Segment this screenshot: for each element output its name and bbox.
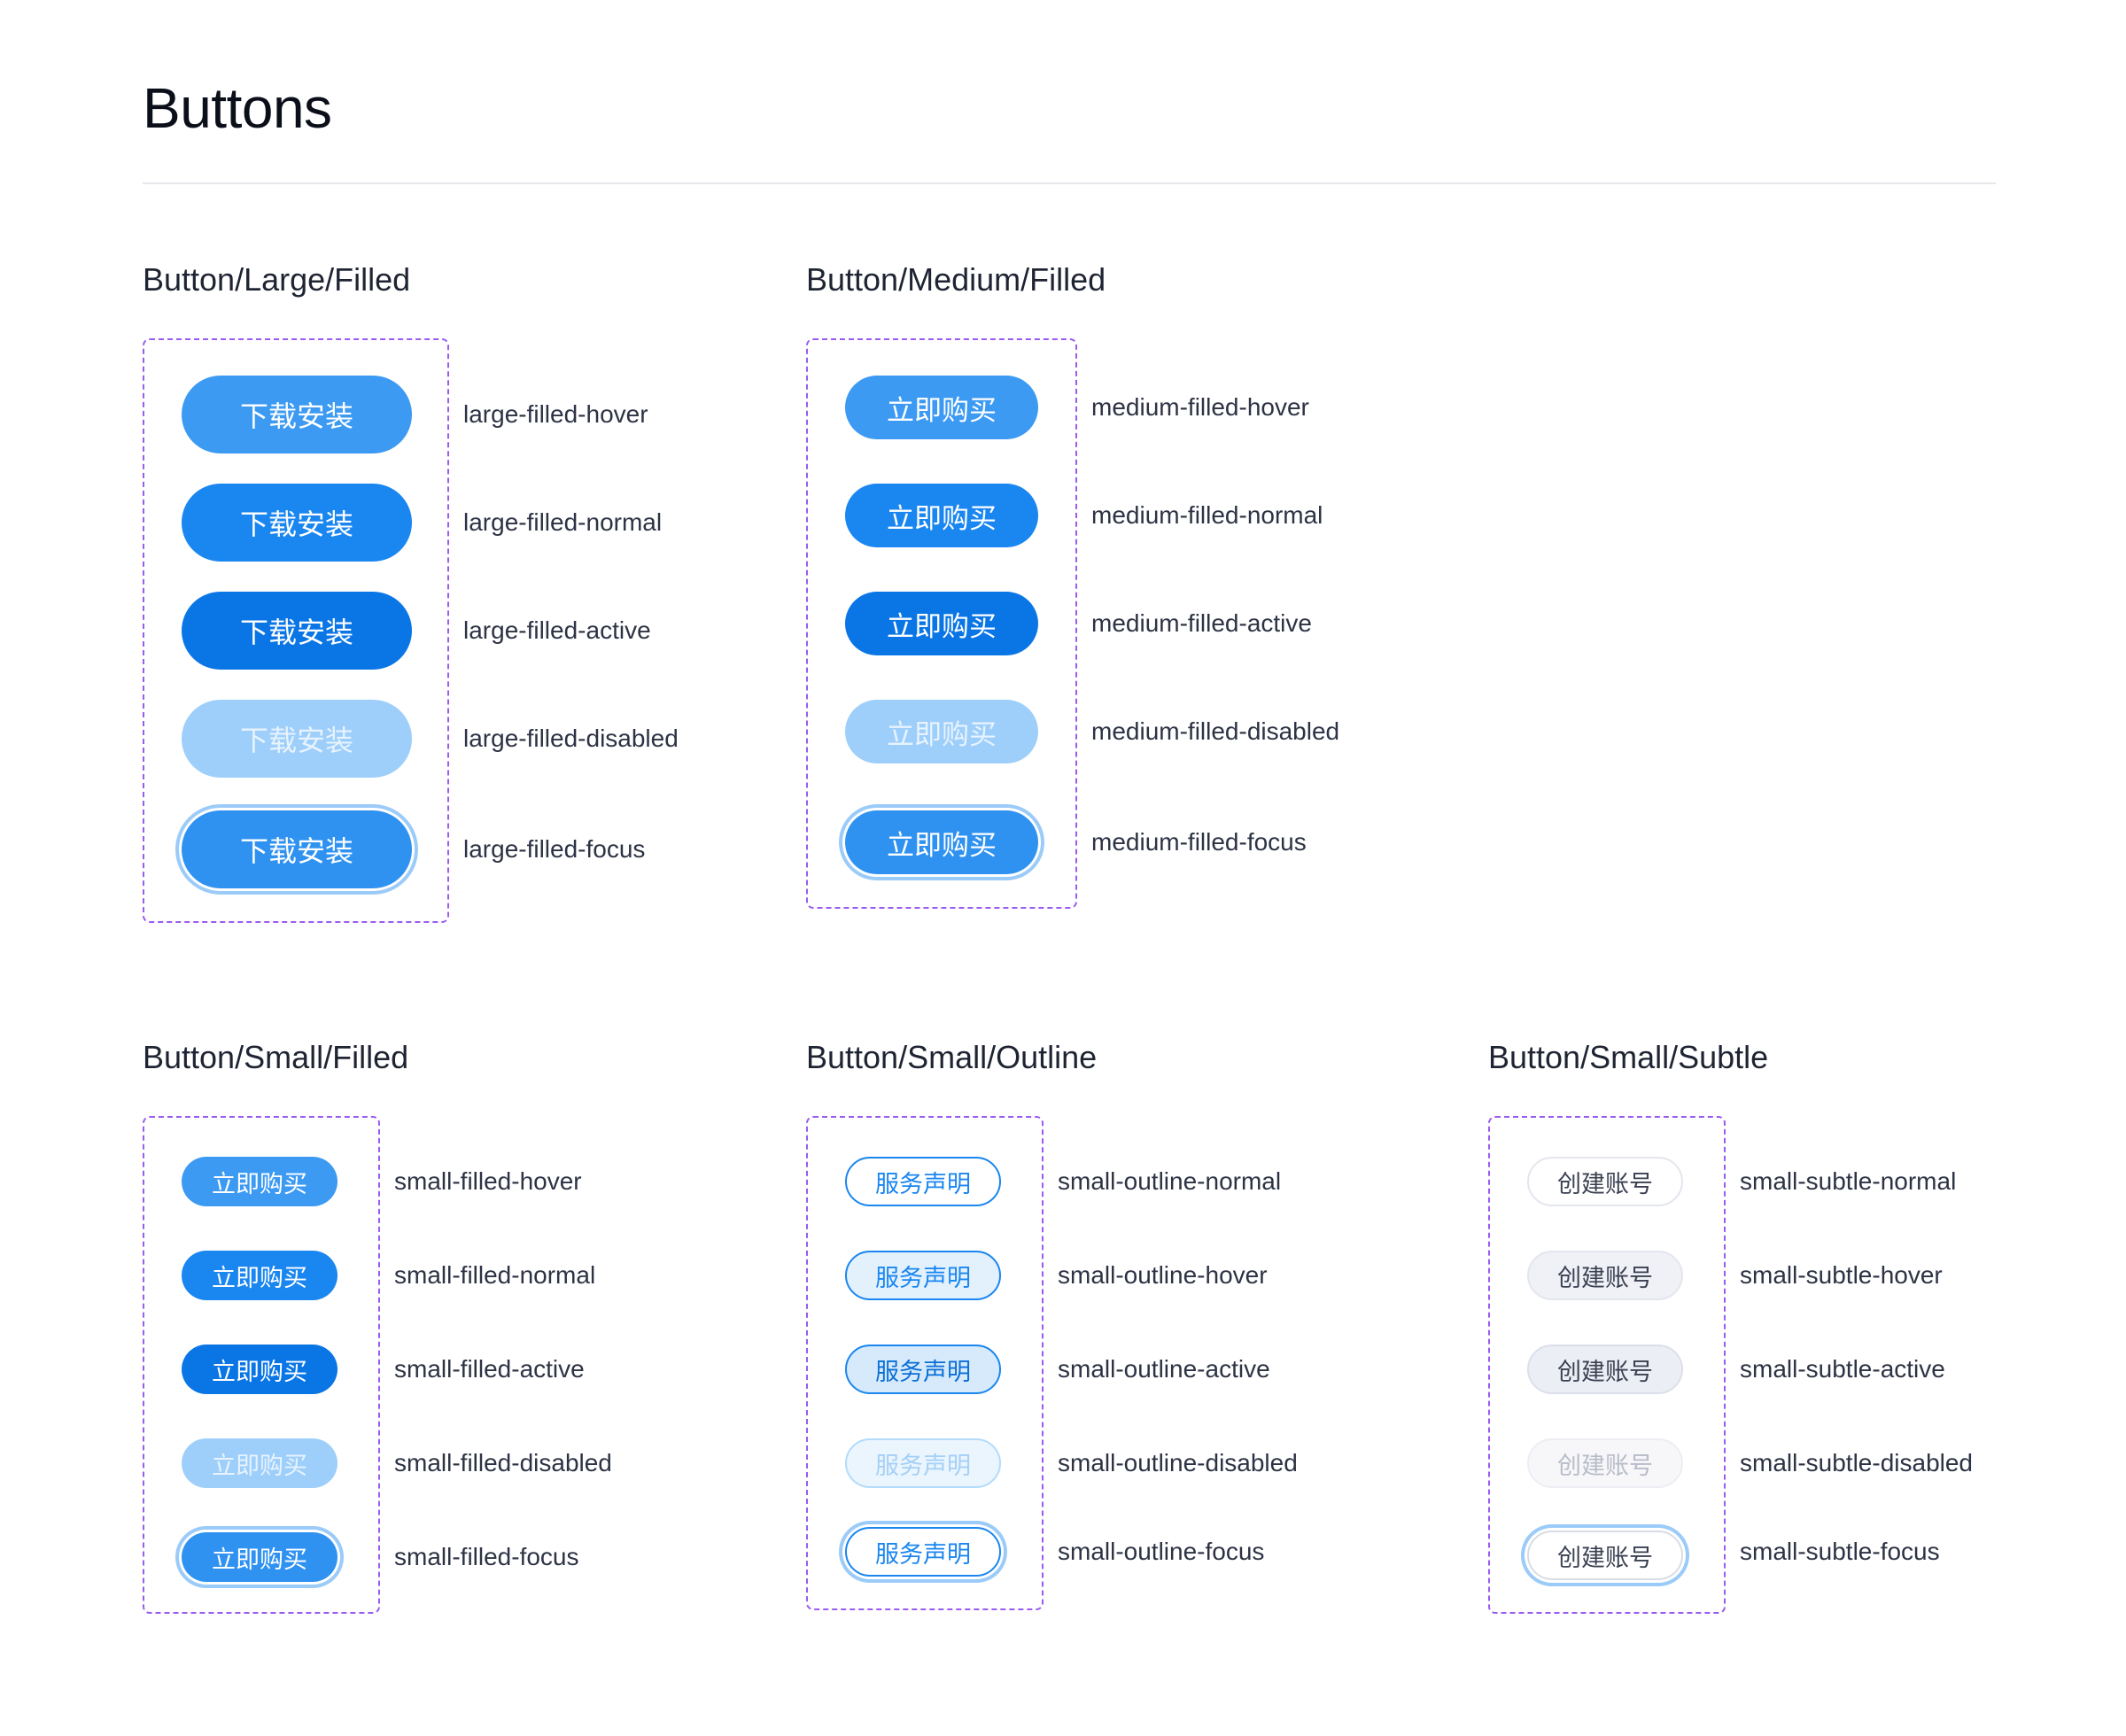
small-filled-hover-button[interactable]: 立即购买 xyxy=(182,1157,338,1206)
large-filled-hover-button[interactable]: 下载安装 xyxy=(182,376,412,453)
state-label: medium-filled-hover xyxy=(1091,393,1309,421)
small-outline-hover-button[interactable]: 服务声明 xyxy=(845,1251,1001,1300)
medium-filled-focus-button[interactable]: 立即购买 xyxy=(845,810,1038,874)
small-filled-focus-button[interactable]: 立即购买 xyxy=(182,1532,338,1582)
state-label: large-filled-focus xyxy=(463,835,646,863)
section-title: Button/Small/Filled xyxy=(143,1039,409,1075)
state-label: small-subtle-active xyxy=(1740,1355,1945,1383)
state-label: large-filled-normal xyxy=(463,508,663,536)
small-subtle-hover-button[interactable]: 创建账号 xyxy=(1527,1251,1683,1300)
state-label: small-outline-hover xyxy=(1058,1261,1268,1289)
state-label: medium-filled-disabled xyxy=(1091,717,1340,745)
large-filled-disabled-button: 下载安装 xyxy=(182,700,412,778)
medium-filled-hover-button[interactable]: 立即购买 xyxy=(845,376,1038,439)
small-outline-disabled-button: 服务声明 xyxy=(845,1438,1001,1488)
state-label: small-outline-disabled xyxy=(1058,1449,1298,1476)
state-label: small-subtle-disabled xyxy=(1740,1449,1974,1476)
state-label: small-outline-focus xyxy=(1058,1538,1265,1565)
state-label: large-filled-disabled xyxy=(463,725,679,752)
section-title: Button/Small/Subtle xyxy=(1488,1039,1769,1075)
small-subtle-disabled-button: 创建账号 xyxy=(1527,1438,1683,1488)
small-subtle-normal-button[interactable]: 创建账号 xyxy=(1527,1157,1683,1206)
section-title: Button/Large/Filled xyxy=(143,261,411,298)
state-label: medium-filled-focus xyxy=(1091,828,1307,856)
state-label: small-subtle-hover xyxy=(1740,1261,1943,1289)
state-label: small-subtle-focus xyxy=(1740,1538,1940,1565)
state-label: medium-filled-active xyxy=(1091,609,1312,637)
header-divider xyxy=(143,182,1996,184)
state-label: large-filled-hover xyxy=(463,400,648,428)
medium-filled-active-button[interactable]: 立即购买 xyxy=(845,592,1038,655)
small-filled-normal-button[interactable]: 立即购买 xyxy=(182,1251,338,1300)
state-label: medium-filled-normal xyxy=(1091,501,1323,529)
small-outline-normal-button[interactable]: 服务声明 xyxy=(845,1157,1001,1206)
state-label: small-subtle-normal xyxy=(1740,1167,1957,1195)
section-title: Button/Small/Outline xyxy=(806,1039,1098,1075)
state-label: small-outline-normal xyxy=(1058,1167,1282,1195)
state-label: small-filled-hover xyxy=(394,1167,582,1195)
medium-filled-normal-button[interactable]: 立即购买 xyxy=(845,484,1038,547)
large-filled-active-button[interactable]: 下载安装 xyxy=(182,592,412,670)
section-title: Button/Medium/Filled xyxy=(806,261,1106,298)
page-title: Buttons xyxy=(143,76,332,140)
state-label: small-filled-normal xyxy=(394,1261,596,1289)
small-filled-disabled-button: 立即购买 xyxy=(182,1438,338,1488)
small-outline-active-button[interactable]: 服务声明 xyxy=(845,1345,1001,1394)
state-label: small-filled-disabled xyxy=(394,1449,612,1476)
state-label: small-filled-active xyxy=(394,1355,585,1383)
state-label: small-outline-active xyxy=(1058,1355,1270,1383)
small-outline-focus-button[interactable]: 服务声明 xyxy=(845,1527,1001,1577)
medium-filled-disabled-button: 立即购买 xyxy=(845,700,1038,763)
state-label: large-filled-active xyxy=(463,616,651,644)
small-subtle-active-button[interactable]: 创建账号 xyxy=(1527,1345,1683,1394)
small-subtle-focus-button[interactable]: 创建账号 xyxy=(1527,1531,1683,1580)
large-filled-normal-button[interactable]: 下载安装 xyxy=(182,484,412,562)
state-label: small-filled-focus xyxy=(394,1543,579,1570)
large-filled-focus-button[interactable]: 下载安装 xyxy=(182,810,412,888)
small-filled-active-button[interactable]: 立即购买 xyxy=(182,1345,338,1394)
